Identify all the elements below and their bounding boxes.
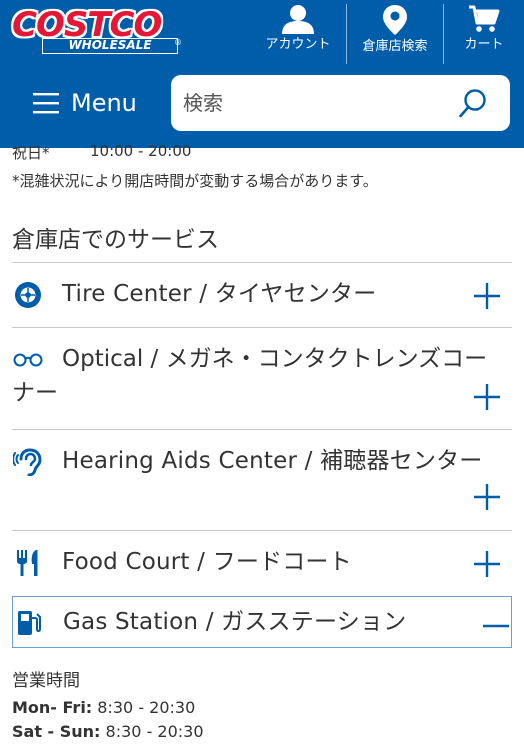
tire-icon (12, 281, 44, 309)
services-title: 倉庫店でのサービス (12, 227, 219, 253)
collapse-minus-icon[interactable] (481, 611, 511, 641)
costco-logo[interactable]: COSTCO WHOLESALE ® (12, 5, 182, 56)
person-icon (282, 5, 314, 34)
location-pin-icon (383, 5, 407, 35)
menu-button[interactable]: Menu (33, 86, 137, 120)
hamburger-icon (33, 93, 59, 114)
expand-plus-icon[interactable] (472, 382, 502, 412)
expand-plus-icon[interactable] (472, 549, 502, 579)
service-food-court[interactable]: Food Court / フードコート (12, 530, 512, 596)
gas-hours-weekday: Mon- Fri: 8:30 - 20:30 (12, 699, 512, 717)
service-name: Tire Center / タイヤセンター (62, 281, 377, 307)
cart-link[interactable]: カート (444, 0, 524, 66)
account-link[interactable]: アカウント (250, 0, 346, 66)
services-accordion: Tire Center / タイヤセンター Optical / メガネ・コンタク… (12, 262, 512, 648)
hours-days: Sat - Sun: (12, 722, 101, 741)
hours-time: 8:30 - 20:30 (105, 722, 204, 741)
expand-plus-icon[interactable] (472, 482, 502, 512)
hours-days: Mon- Fri: (12, 698, 93, 717)
search-input[interactable] (183, 83, 443, 123)
cart-icon (469, 5, 500, 32)
holiday-time: 10:00 - 20:00 (90, 142, 192, 160)
service-name: Optical / メガネ・コンタクトレンズコーナー (12, 342, 502, 410)
gas-station-details: 営業時間 Mon- Fri: 8:30 - 20:30 Sat - Sun: 8… (12, 666, 512, 741)
expand-plus-icon[interactable] (472, 281, 502, 311)
service-name-text: Optical / メガネ・コンタクトレンズコーナー (12, 346, 488, 406)
gas-pump-icon (13, 609, 45, 637)
ear-icon (12, 448, 44, 476)
gas-hours-weekend: Sat - Sun: 8:30 - 20:30 (12, 723, 512, 741)
search-icon[interactable] (458, 88, 488, 118)
holiday-label: 祝日* (12, 144, 50, 162)
logo-wordmark: COSTCO (12, 5, 162, 45)
service-name: Gas Station / ガスステーション (63, 609, 407, 635)
logo-subtitle: WHOLESALE (42, 38, 178, 54)
service-tire-center[interactable]: Tire Center / タイヤセンター (12, 262, 512, 327)
logo-registered-mark: ® (174, 38, 182, 47)
service-gas-station[interactable]: Gas Station / ガスステーション (12, 596, 512, 648)
gas-hours-title: 営業時間 (12, 671, 80, 691)
service-name: Hearing Aids Center / 補聴器センター (62, 448, 483, 474)
service-optical[interactable]: Optical / メガネ・コンタクトレンズコーナー (12, 327, 512, 429)
service-hearing-aids[interactable]: Hearing Aids Center / 補聴器センター (12, 429, 512, 530)
hours-notice: *混雑状況により開店時間が変動する場合があります。 (12, 172, 378, 190)
account-label: アカウント (265, 37, 331, 52)
search-box (171, 75, 510, 131)
menu-label: Menu (71, 89, 137, 117)
store-locator-label: 倉庫店検索 (362, 39, 428, 54)
hours-time: 8:30 - 20:30 (97, 698, 196, 717)
fork-knife-icon (12, 549, 44, 577)
site-header: COSTCO WHOLESALE ® アカウント 倉庫店検索 カート Menu … (0, 0, 524, 148)
holiday-hours-row: 祝日* 10:00 - 20:00 (12, 142, 191, 163)
top-nav: アカウント 倉庫店検索 カート (250, 0, 524, 66)
service-name: Food Court / フードコート (62, 549, 352, 575)
store-locator-link[interactable]: 倉庫店検索 (347, 0, 443, 66)
cart-label: カート (464, 37, 504, 52)
